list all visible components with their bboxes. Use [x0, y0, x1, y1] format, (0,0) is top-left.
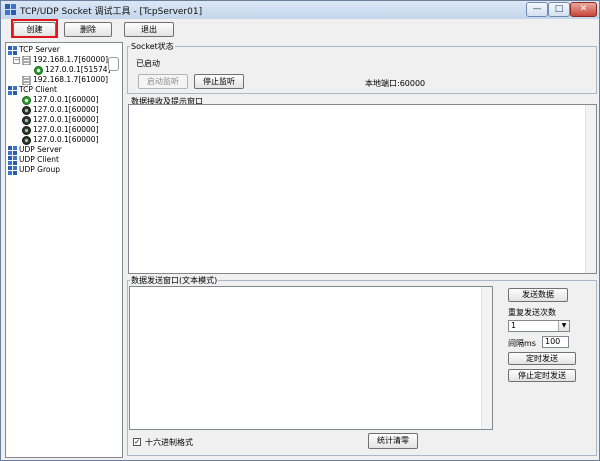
- disconnected-icon: [22, 135, 31, 145]
- collapse-icon[interactable]: −: [13, 57, 20, 64]
- tree-node-udp-server[interactable]: UDP Server: [8, 145, 62, 155]
- disconnected-icon: [22, 115, 31, 125]
- interval-label: 间隔ms: [508, 339, 536, 348]
- local-port-label: 本地端口:60000: [365, 79, 426, 88]
- network-icon: [8, 45, 17, 55]
- send-group-label: 数据发送窗口(文本模式): [130, 276, 219, 285]
- socket-status-group-label: Socket状态: [130, 42, 175, 51]
- create-button-highlight: [11, 19, 58, 38]
- stop-listen-button[interactable]: 停止监听: [194, 74, 244, 89]
- clear-stats-button[interactable]: 统计清零: [368, 433, 418, 449]
- tree-node-label: 192.168.1.7[60000]: [33, 55, 109, 64]
- stop-timed-send-button[interactable]: 停止定时发送: [508, 369, 576, 382]
- window-title: TCP/UDP Socket 调试工具 - [TcpServer01]: [20, 7, 203, 17]
- network-icon: [8, 85, 17, 95]
- tree-node-label: 127.0.0.1[60000]: [33, 95, 99, 104]
- tree-node-server-1-child[interactable]: 127.0.0.1[51574]: [34, 65, 111, 75]
- tree-node-label: 127.0.0.1[60000]: [33, 105, 99, 114]
- tree-node-label: UDP Server: [19, 145, 62, 154]
- disconnected-icon: [22, 125, 31, 135]
- repeat-count-label: 重复发送次数: [508, 308, 556, 317]
- tree-node-client[interactable]: 127.0.0.1[60000]: [22, 105, 99, 115]
- send-data-button[interactable]: 发送数据: [508, 288, 568, 302]
- app-window: TCP/UDP Socket 调试工具 - [TcpServer01] — □ …: [0, 0, 600, 461]
- tree-node-tcp-server[interactable]: TCP Server: [8, 45, 60, 55]
- network-icon: [8, 165, 17, 175]
- close-button[interactable]: ✕: [570, 2, 597, 17]
- repeat-count-select[interactable]: 1 ▼: [508, 320, 570, 332]
- send-textarea[interactable]: [129, 286, 493, 430]
- disconnected-icon: [22, 105, 31, 115]
- tree-node-client[interactable]: 127.0.0.1[60000]: [22, 135, 99, 145]
- receive-scrollbar[interactable]: [585, 105, 596, 273]
- maximize-button[interactable]: □: [548, 2, 570, 17]
- tree-node-label: UDP Client: [19, 155, 59, 164]
- tree-node-client[interactable]: 127.0.0.1[60000]: [22, 95, 99, 105]
- tree-node-label: 127.0.0.1[51574]: [45, 65, 111, 74]
- tree-node-client[interactable]: 127.0.0.1[60000]: [22, 115, 99, 125]
- tree-node-client[interactable]: 127.0.0.1[60000]: [22, 125, 99, 135]
- start-listen-button[interactable]: 启动监听: [138, 74, 188, 89]
- tree-node-udp-group[interactable]: UDP Group: [8, 165, 60, 175]
- tree-node-label: 127.0.0.1[60000]: [33, 125, 99, 134]
- tree-node-udp-client[interactable]: UDP Client: [8, 155, 59, 165]
- connection-tree[interactable]: TCP Server − 192.168.1.7[60000] 127.0.0.…: [5, 42, 123, 458]
- title-bar: TCP/UDP Socket 调试工具 - [TcpServer01] — □ …: [1, 1, 599, 19]
- repeat-count-value: 1: [511, 321, 517, 330]
- timed-send-button[interactable]: 定时发送: [508, 352, 576, 365]
- tree-node-tcp-client[interactable]: TCP Client: [8, 85, 57, 95]
- tree-node-label: 127.0.0.1[60000]: [33, 115, 99, 124]
- receive-textarea[interactable]: [128, 104, 597, 274]
- connected-icon: [34, 65, 43, 75]
- splitter-grip[interactable]: [108, 57, 119, 71]
- app-icon: [5, 4, 16, 15]
- tree-node-label: TCP Server: [19, 45, 60, 54]
- hex-format-checkbox[interactable]: ✓: [133, 438, 141, 446]
- interval-input[interactable]: 100: [542, 336, 569, 348]
- minimize-button[interactable]: —: [526, 2, 548, 17]
- tree-node-server-1[interactable]: 192.168.1.7[60000]: [22, 55, 108, 65]
- tree-node-label: 192.168.1.7[61000]: [33, 75, 109, 84]
- server-icon: [22, 55, 31, 65]
- socket-status-text: 已启动: [136, 59, 160, 68]
- tree-node-label: UDP Group: [19, 165, 61, 174]
- network-icon: [8, 155, 17, 165]
- hex-format-label: 十六进制格式: [145, 438, 193, 447]
- tree-node-label: 127.0.0.1[60000]: [33, 135, 99, 144]
- server-icon: [22, 75, 31, 85]
- tree-node-server-2[interactable]: 192.168.1.7[61000]: [22, 75, 108, 85]
- tree-node-label: TCP Client: [19, 85, 57, 94]
- send-scrollbar[interactable]: [481, 287, 492, 429]
- exit-button[interactable]: 退出: [124, 22, 174, 37]
- delete-button[interactable]: 删除: [64, 22, 112, 37]
- chevron-down-icon[interactable]: ▼: [558, 321, 569, 331]
- connected-icon: [22, 95, 31, 105]
- network-icon: [8, 145, 17, 155]
